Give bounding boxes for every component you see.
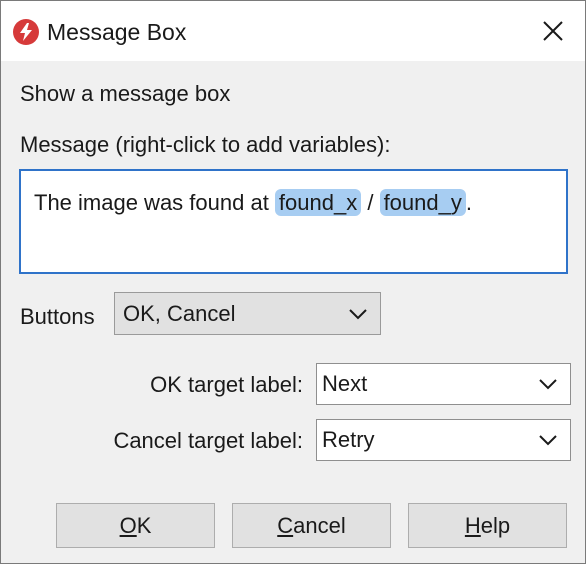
close-icon[interactable] bbox=[539, 17, 567, 45]
message-label: Message (right-click to add variables): bbox=[20, 132, 391, 157]
message-separator: / bbox=[361, 190, 380, 215]
message-text-after: . bbox=[465, 190, 472, 215]
red-bolt-icon bbox=[13, 19, 39, 45]
help-accelerator: H bbox=[464, 513, 481, 538]
dialog-heading: Show a message box bbox=[20, 81, 231, 106]
cancel-accelerator: C bbox=[277, 513, 294, 538]
title-bar: Message Box bbox=[1, 1, 585, 61]
window-title: Message Box bbox=[47, 19, 187, 45]
cancel-target-select[interactable]: Retry bbox=[316, 419, 571, 461]
message-text-before: The image was found at bbox=[34, 190, 275, 215]
cancel-label-rest: ancel bbox=[293, 513, 346, 538]
chevron-down-icon bbox=[539, 379, 557, 390]
help-label-rest: elp bbox=[480, 513, 511, 538]
message-input[interactable]: The image was found at found_x / found_y… bbox=[19, 169, 568, 274]
cancel-button[interactable]: Cancel bbox=[232, 503, 391, 548]
ok-accelerator: O bbox=[119, 513, 137, 538]
ok-target-select[interactable]: Next bbox=[316, 363, 571, 405]
chevron-down-icon bbox=[349, 308, 367, 319]
ok-target-label: OK target label: bbox=[150, 372, 303, 397]
variable-token-found-y[interactable]: found_y bbox=[379, 189, 466, 216]
buttons-select-value: OK, Cancel bbox=[123, 300, 236, 326]
variable-token-found-x[interactable]: found_x bbox=[274, 189, 362, 216]
cancel-target-label: Cancel target label: bbox=[113, 428, 303, 453]
message-box-dialog: Message Box Show a message box Message (… bbox=[0, 0, 586, 564]
ok-target-value: Next bbox=[322, 371, 368, 396]
buttons-label: Buttons bbox=[20, 304, 95, 329]
ok-button[interactable]: OK bbox=[56, 503, 215, 548]
chevron-down-icon bbox=[539, 435, 557, 446]
ok-label-rest: K bbox=[136, 513, 152, 538]
cancel-target-value: Retry bbox=[322, 427, 375, 452]
help-button[interactable]: Help bbox=[408, 503, 567, 548]
buttons-select[interactable]: OK, Cancel bbox=[114, 292, 381, 335]
